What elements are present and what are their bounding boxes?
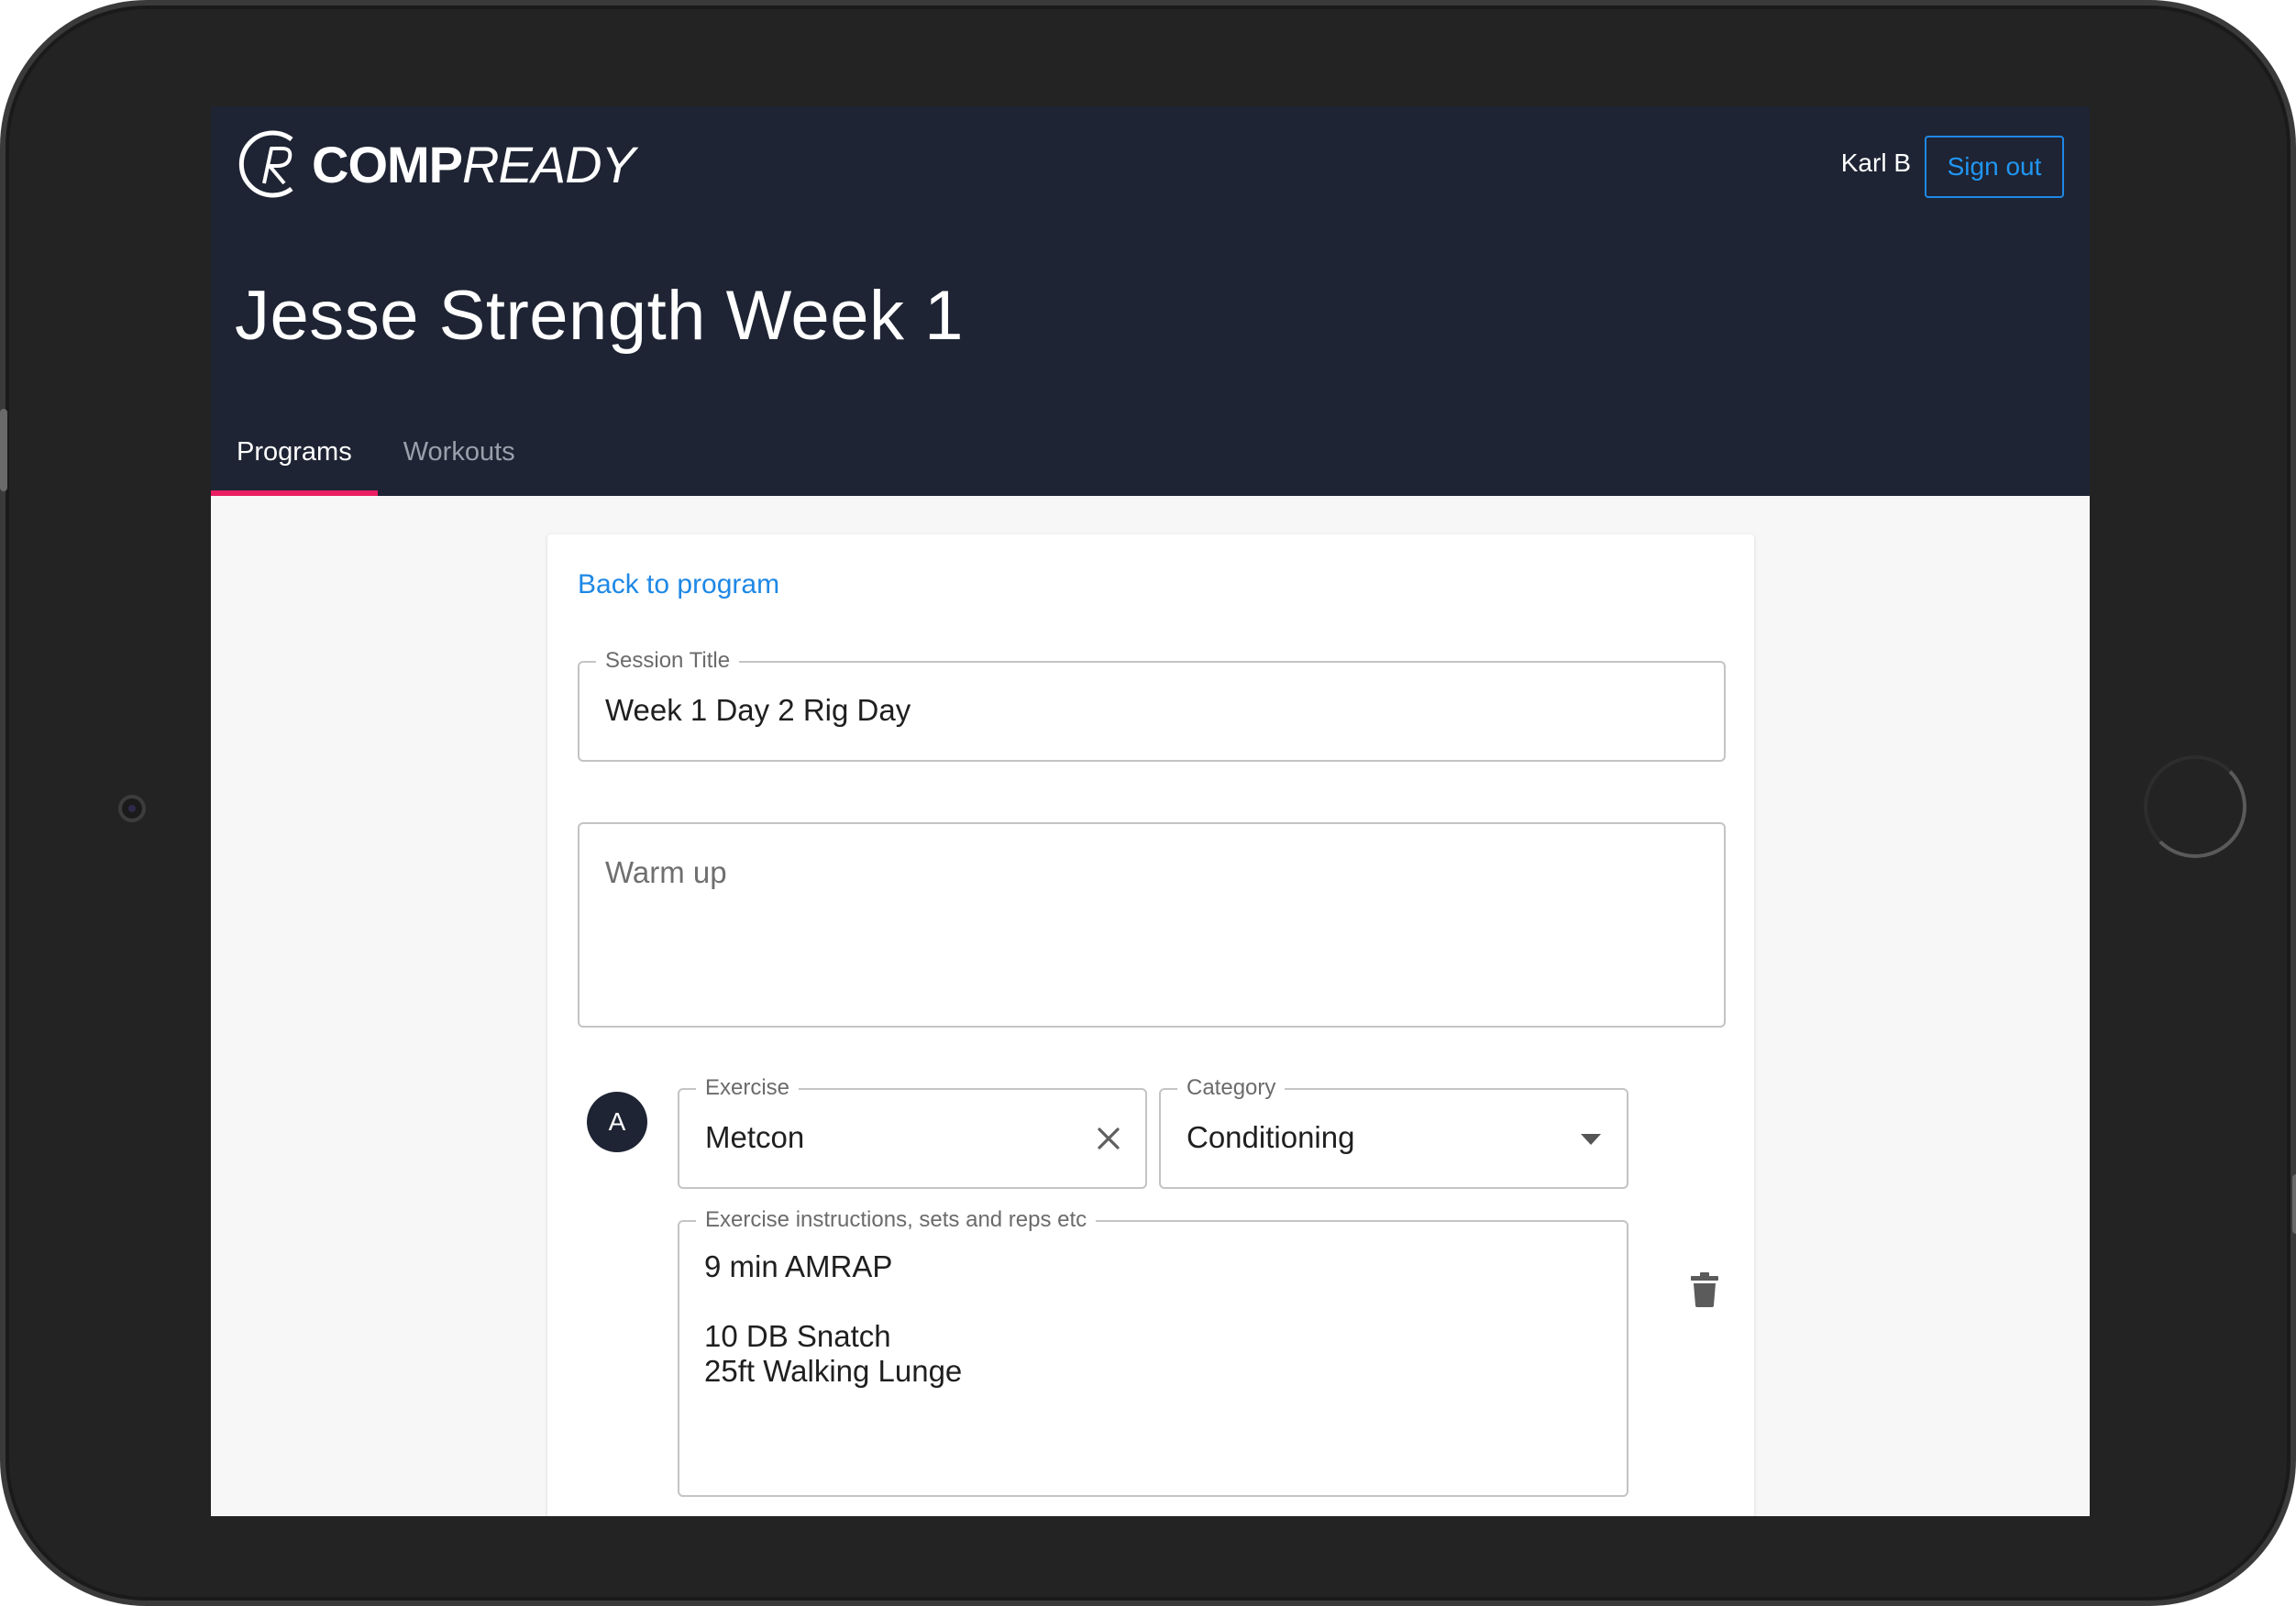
exercise-instructions-label: Exercise instructions, sets and reps etc (696, 1208, 1097, 1232)
category-value: Conditioning (1187, 1120, 1355, 1154)
exercise-letter-badge: A (587, 1092, 647, 1152)
tab-workouts[interactable]: Workouts (378, 409, 541, 496)
front-camera (118, 795, 146, 822)
category-label: Category (1177, 1076, 1286, 1100)
home-button[interactable] (2144, 755, 2246, 858)
warm-up-placeholder: Warm up (605, 855, 727, 889)
warm-up-field[interactable]: Warm up (578, 822, 1726, 1028)
compready-logo-icon (238, 130, 293, 198)
main-tabs: Programs Workouts (211, 409, 541, 496)
page-title: Jesse Strength Week 1 (235, 277, 964, 355)
logo-wordmark: COMPREADY (312, 135, 635, 193)
exercise-label: Exercise (696, 1076, 800, 1100)
tab-programs[interactable]: Programs (211, 409, 378, 496)
volume-button (0, 409, 7, 491)
dropdown-arrow-icon[interactable] (1579, 1130, 1603, 1149)
session-title-value: Week 1 Day 2 Rig Day (605, 693, 911, 727)
exercise-instructions-field[interactable]: Exercise instructions, sets and reps etc… (678, 1208, 1628, 1497)
app-logo[interactable]: COMPREADY (237, 126, 635, 202)
clear-icon[interactable] (1092, 1122, 1125, 1155)
power-button (2292, 1174, 2296, 1234)
current-user-name: Karl B (1840, 148, 1911, 177)
exercise-field[interactable]: Exercise Metcon (678, 1076, 1147, 1189)
session-editor-card: Back to program Session Title Week 1 Day… (547, 534, 1754, 1516)
app-header: COMPREADY Karl B Sign out Jesse Strength… (211, 106, 2090, 496)
session-title-field[interactable]: Session Title Week 1 Day 2 Rig Day (578, 649, 1726, 762)
exercise-value: Metcon (705, 1120, 805, 1154)
tablet-frame: COMPREADY Karl B Sign out Jesse Strength… (0, 0, 2296, 1606)
category-select[interactable]: Category Conditioning (1159, 1076, 1628, 1189)
session-title-label: Session Title (596, 649, 740, 673)
back-to-program-link[interactable]: Back to program (578, 569, 779, 600)
app-screen: COMPREADY Karl B Sign out Jesse Strength… (211, 106, 2090, 1516)
sign-out-button[interactable]: Sign out (1925, 136, 2064, 198)
exercise-instructions-value: 9 min AMRAP 10 DB Snatch 25ft Walking Lu… (704, 1249, 963, 1388)
trash-icon[interactable] (1683, 1268, 1727, 1312)
